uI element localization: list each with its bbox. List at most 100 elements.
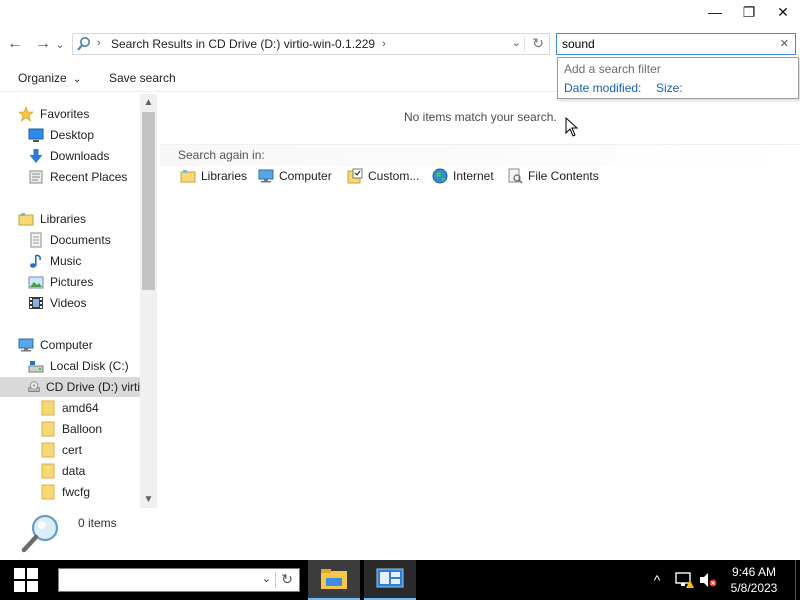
filter-date-modified[interactable]: Date modified: [564,81,641,95]
tree-label: Computer [40,338,93,352]
taskbar-file-explorer[interactable] [308,560,360,600]
filter-size[interactable]: Size: [656,81,683,95]
tree-item-desktop[interactable]: Desktop [28,125,94,145]
save-search-button[interactable]: Save search [109,71,176,85]
breadcrumb-separator-icon: › [97,37,101,49]
refresh-icon[interactable]: ↻ [281,571,293,588]
back-button[interactable]: ← [4,33,26,55]
taskbar: ⌄ ↻ ^ 9:46 AM 5/8/2023 [0,560,800,600]
show-hidden-icons-button[interactable]: ^ [648,560,666,600]
search-results-icon [77,37,90,51]
pictures-icon [28,276,44,289]
server-manager-icon [376,568,404,588]
volume-tray-button[interactable] [698,560,718,600]
tree-item-recent-places[interactable]: Recent Places [28,167,127,187]
tree-item-music[interactable]: Music [28,251,81,271]
computer-icon [258,169,274,183]
organize-label: Organize [18,71,67,85]
file-explorer-icon [321,569,347,589]
network-tray-button[interactable] [672,560,696,600]
search-filter-popup: Add a search filter Date modified: Size: [557,57,799,99]
close-icon: ✕ [777,3,789,20]
forward-button[interactable]: → [32,33,54,55]
taskbar-search-box[interactable]: ⌄ ↻ [58,568,300,592]
navigation-pane: Favorites Desktop Downloads Recent Place… [0,94,157,508]
scroll-down-icon[interactable]: ▼ [140,491,157,508]
search-again-item-label: Internet [453,169,494,183]
no-results-message: No items match your search. [404,110,557,124]
tree-item-downloads[interactable]: Downloads [28,146,109,166]
search-again-internet[interactable]: Internet [432,166,494,186]
desktop-icon [28,128,44,142]
show-desktop-button[interactable] [795,560,800,600]
search-input[interactable] [557,34,757,54]
tree-folder-balloon[interactable]: Balloon [40,419,102,439]
system-clock[interactable]: 9:46 AM 5/8/2023 [718,564,790,596]
tree-favorites[interactable]: Favorites [18,104,89,124]
search-again-computer[interactable]: Computer [258,166,332,186]
breadcrumb-chevron-icon[interactable]: › [382,38,386,50]
tree-label: Downloads [50,149,110,163]
tree-item-cd-drive[interactable]: CD Drive (D:) virti [0,377,140,397]
search-again-custom[interactable]: Custom... [347,166,419,186]
explorer-window: — ❐ ✕ ← → ⌄ › Search Results in CD Drive… [0,0,800,560]
tree-folder-data[interactable]: data [40,461,85,481]
results-pane: No items match your search. Search again… [160,94,800,508]
search-again-libraries[interactable]: Libraries [180,166,247,186]
tree-folder-cert[interactable]: cert [40,440,82,460]
address-path: Search Results in CD Drive (D:) virtio-w… [111,37,376,51]
forward-arrow-icon: → [35,35,51,52]
download-arrow-icon [29,149,43,163]
back-arrow-icon: ← [7,35,23,52]
tree-folder-fwcfg[interactable]: fwcfg [40,482,90,502]
folder-icon [41,463,55,479]
item-count: 0 items [78,516,117,530]
tree-item-pictures[interactable]: Pictures [28,272,93,292]
search-again-item-label: Computer [279,169,332,183]
search-again-header: Search again in: [160,144,800,166]
tree-folder-amd64[interactable]: amd64 [40,398,99,418]
chevron-down-icon: ⌄ [55,38,65,51]
computer-icon [18,338,34,352]
close-button[interactable]: ✕ [766,0,800,24]
tree-item-documents[interactable]: Documents [28,230,111,250]
address-dropdown-icon[interactable]: ⌄ [512,36,521,49]
videos-icon [29,297,43,309]
scroll-up-icon[interactable]: ▲ [140,94,157,111]
taskbar-server-manager[interactable] [364,560,416,600]
organize-button[interactable]: Organize ⌄ [18,71,81,85]
tree-label: Local Disk (C:) [50,359,129,373]
minimize-icon: — [708,4,722,20]
tree-item-videos[interactable]: Videos [28,293,86,313]
clock-time: 9:46 AM [731,565,777,579]
address-bar[interactable]: › Search Results in CD Drive (D:) virtio… [72,33,550,55]
folder-icon [41,484,55,500]
navigation-pane-scrollbar[interactable]: ▲ ▼ [140,94,157,508]
recent-places-icon [29,170,43,184]
folder-icon [41,421,55,437]
clear-search-icon[interactable]: ✕ [780,37,789,50]
address-divider [524,36,525,52]
recent-locations-button[interactable]: ⌄ [54,33,66,55]
tree-label: data [62,464,86,478]
chevron-down-icon: ⌄ [73,74,82,85]
start-button[interactable] [0,560,52,600]
tree-label: CD Drive (D:) virti [46,380,140,394]
minimize-button[interactable]: — [698,0,732,24]
scrollbar-thumb[interactable] [142,112,155,290]
tree-computer[interactable]: Computer [18,335,93,355]
refresh-icon[interactable]: ↻ [532,35,544,52]
search-again-item-label: Custom... [368,169,420,183]
details-pane: 0 items [0,508,800,560]
tree-item-local-disk[interactable]: Local Disk (C:) [28,356,129,376]
search-box[interactable]: ✕ [556,33,796,55]
search-again-file-contents[interactable]: File Contents [507,166,599,186]
search-again-label: Search again in: [178,148,265,162]
windows-logo-icon [14,568,38,592]
tree-libraries[interactable]: Libraries [18,209,86,229]
music-note-icon [30,254,41,268]
chevron-down-icon[interactable]: ⌄ [262,572,271,585]
restore-button[interactable]: ❐ [732,0,766,24]
mouse-cursor-icon [565,117,579,137]
tree-label: cert [62,443,83,457]
